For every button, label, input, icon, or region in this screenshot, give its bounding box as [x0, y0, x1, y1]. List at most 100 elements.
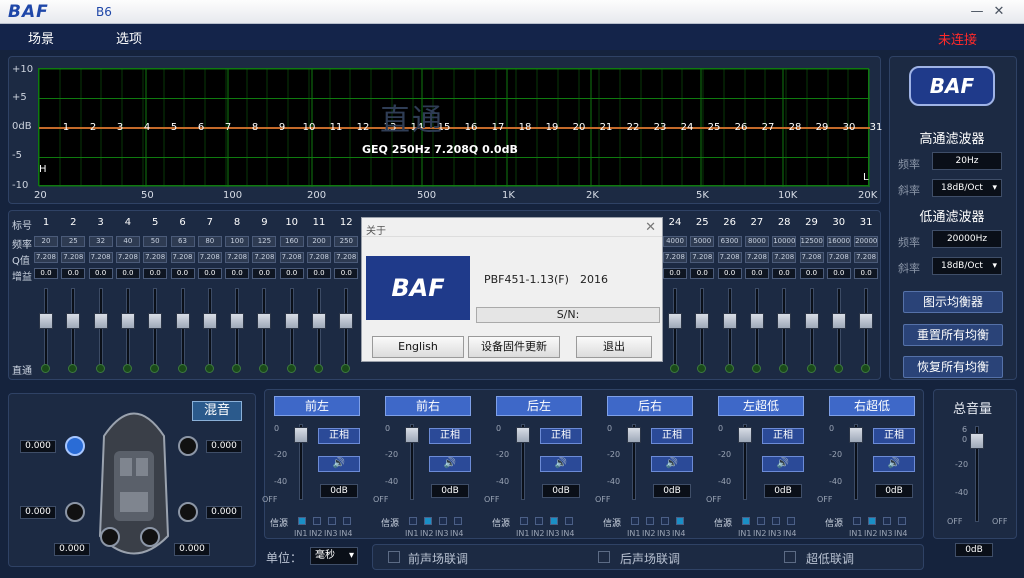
firmware-update-button[interactable]: 设备固件更新 [468, 336, 560, 358]
bypass-led[interactable] [95, 364, 105, 373]
input-checkbox[interactable] [742, 517, 750, 525]
band-q[interactable]: 7.208 [799, 252, 824, 263]
hp-freq-field[interactable]: 20Hz [932, 152, 1002, 170]
band-marker[interactable]: 30 [839, 122, 859, 133]
slider-knob[interactable] [859, 313, 874, 329]
slider-knob[interactable] [120, 313, 135, 329]
bypass-led[interactable] [286, 364, 296, 373]
band-freq[interactable]: 16000 [826, 236, 851, 247]
slider-knob[interactable] [339, 313, 354, 329]
band-freq[interactable]: 4000 [663, 236, 687, 247]
slider-knob[interactable] [202, 313, 217, 329]
lp-freq-field[interactable]: 20000Hz [932, 230, 1002, 248]
unit-select[interactable]: 毫秒 ▾ [310, 547, 358, 565]
input-checkbox[interactable] [676, 517, 684, 525]
channel-title-button[interactable]: 前左 [274, 396, 360, 416]
band-gain-slider[interactable] [339, 288, 354, 368]
input-checkbox[interactable] [853, 517, 861, 525]
speaker-sub-left[interactable] [100, 527, 120, 547]
band-marker[interactable]: 21 [596, 122, 616, 133]
band-marker[interactable]: 25 [704, 122, 724, 133]
input-checkbox[interactable] [787, 517, 795, 525]
slider-knob[interactable] [39, 313, 53, 329]
band-freq[interactable]: 20000 [854, 236, 879, 247]
phase-button[interactable]: 正相 [762, 428, 804, 444]
channel-volume-knob[interactable] [294, 427, 308, 443]
input-checkbox[interactable] [454, 517, 462, 525]
band-marker[interactable]: 7 [218, 122, 238, 133]
band-q[interactable]: 7.208 [663, 252, 687, 263]
channel-volume-knob[interactable] [516, 427, 530, 443]
band-freq[interactable]: 63 [170, 236, 195, 247]
mute-button[interactable]: 🔊 [762, 456, 804, 472]
master-volume-knob[interactable] [970, 433, 984, 449]
band-gain[interactable]: 0.0 [826, 268, 851, 279]
band-marker[interactable]: 22 [623, 122, 643, 133]
band-gain[interactable]: 0.0 [34, 268, 58, 279]
band-freq[interactable]: 160 [279, 236, 304, 247]
band-marker[interactable]: 18 [515, 122, 535, 133]
band-q[interactable]: 7.208 [197, 252, 222, 263]
band-freq[interactable]: 80 [197, 236, 222, 247]
band-gain[interactable]: 0.0 [225, 268, 250, 279]
english-button[interactable]: English [372, 336, 464, 358]
band-marker[interactable]: 4 [137, 122, 157, 133]
band-gain-slider[interactable] [749, 288, 764, 368]
input-checkbox[interactable] [646, 517, 654, 525]
band-gain[interactable]: 0.0 [854, 268, 879, 279]
band-gain-slider[interactable] [668, 288, 682, 368]
band-q[interactable]: 7.208 [115, 252, 140, 263]
close-button[interactable]: ✕ [990, 3, 1008, 21]
band-marker[interactable]: 12 [353, 122, 373, 133]
phase-button[interactable]: 正相 [873, 428, 915, 444]
slider-knob[interactable] [777, 313, 792, 329]
band-q[interactable]: 7.208 [143, 252, 168, 263]
band-q[interactable]: 7.208 [717, 252, 742, 263]
band-freq[interactable]: 125 [252, 236, 277, 247]
band-marker[interactable]: 23 [650, 122, 670, 133]
graphic-eq-button[interactable]: 图示均衡器 [903, 291, 1003, 313]
band-marker[interactable]: 6 [191, 122, 211, 133]
band-gain-slider[interactable] [175, 288, 190, 368]
band-marker[interactable]: 24 [677, 122, 697, 133]
channel-title-button[interactable]: 后左 [496, 396, 582, 416]
band-freq[interactable]: 50 [143, 236, 168, 247]
channel-volume-knob[interactable] [627, 427, 641, 443]
band-gain-slider[interactable] [93, 288, 108, 368]
band-gain-slider[interactable] [202, 288, 217, 368]
slider-knob[interactable] [695, 313, 710, 329]
band-q[interactable]: 7.208 [307, 252, 331, 263]
input-checkbox[interactable] [313, 517, 321, 525]
band-q[interactable]: 7.208 [334, 252, 359, 263]
master-volume-track[interactable] [970, 426, 984, 522]
band-marker[interactable]: 16 [461, 122, 481, 133]
input-checkbox[interactable] [631, 517, 639, 525]
band-gain-slider[interactable] [120, 288, 135, 368]
band-gain[interactable]: 0.0 [197, 268, 222, 279]
restore-eq-button[interactable]: 恢复所有均衡 [903, 356, 1003, 378]
band-freq[interactable]: 100 [225, 236, 250, 247]
band-gain[interactable]: 0.0 [170, 268, 195, 279]
bypass-led[interactable] [833, 364, 843, 373]
slider-knob[interactable] [722, 313, 737, 329]
band-q[interactable]: 7.208 [34, 252, 58, 263]
band-marker[interactable]: 5 [164, 122, 184, 133]
band-gain-slider[interactable] [831, 288, 846, 368]
band-gain[interactable]: 0.0 [115, 268, 140, 279]
band-marker[interactable]: 26 [731, 122, 751, 133]
bypass-led[interactable] [314, 364, 323, 373]
speaker-rear-right[interactable] [178, 502, 198, 522]
band-q[interactable]: 7.208 [88, 252, 113, 263]
input-checkbox[interactable] [409, 517, 417, 525]
bypass-led[interactable] [122, 364, 132, 373]
delay-rear-right[interactable]: 0.000 [206, 506, 242, 519]
band-gain[interactable]: 0.0 [252, 268, 277, 279]
speaker-front-right[interactable] [178, 436, 198, 456]
delay-sub-left[interactable]: 0.000 [54, 543, 90, 556]
bypass-led[interactable] [751, 364, 761, 373]
band-gain[interactable]: 0.0 [307, 268, 331, 279]
reset-eq-button[interactable]: 重置所有均衡 [903, 324, 1003, 346]
channel-title-button[interactable]: 左超低 [718, 396, 804, 416]
channel-volume-knob[interactable] [405, 427, 419, 443]
phase-button[interactable]: 正相 [429, 428, 471, 444]
